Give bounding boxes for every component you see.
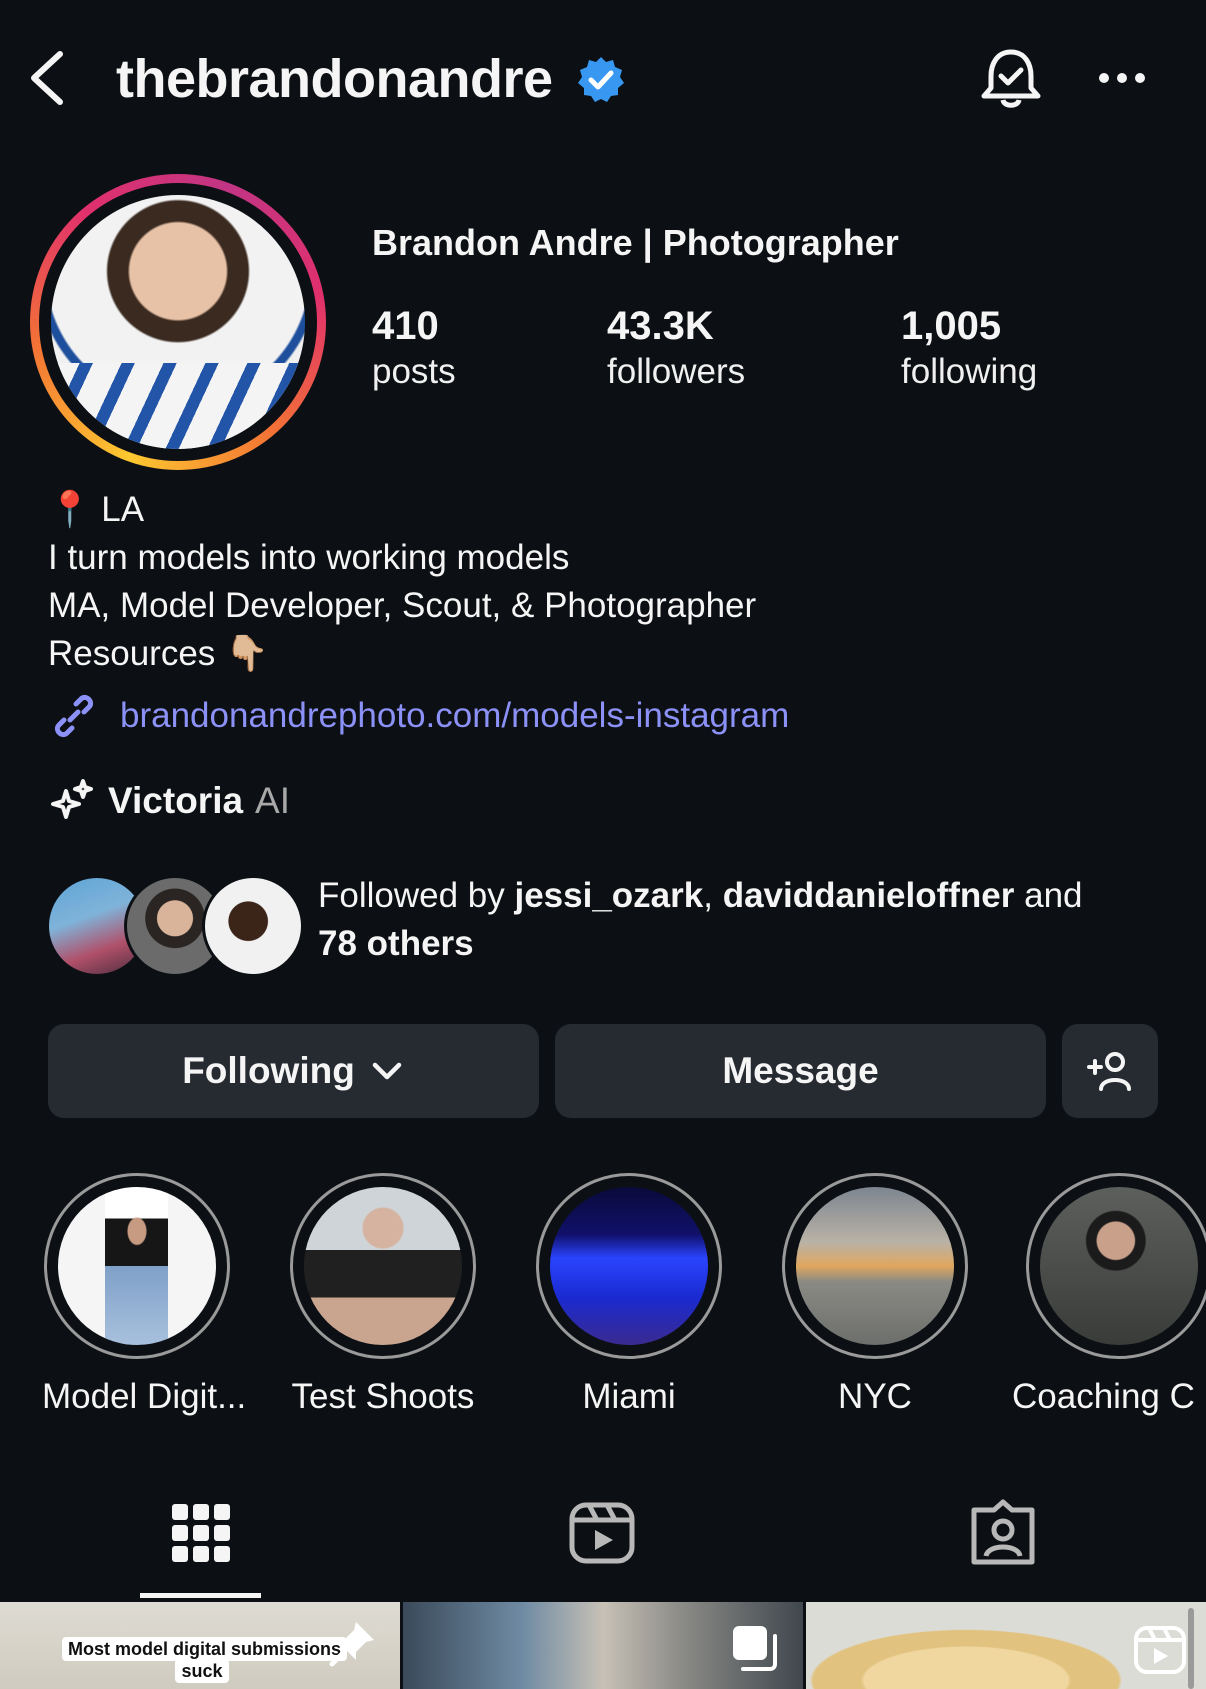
following-count[interactable]: 1,005 following — [901, 302, 1037, 394]
followers-value: 43.3K — [607, 304, 714, 348]
chevron-left-icon — [31, 51, 63, 105]
profile-bio: 📍 LA I turn models into working models M… — [48, 486, 756, 678]
profile-username: thebrandonandre — [116, 49, 553, 109]
followers-label: followers — [607, 352, 746, 391]
carousel-icon — [733, 1626, 777, 1671]
more-options-button[interactable] — [1094, 58, 1154, 98]
followed-by-prefix: Followed by — [318, 876, 515, 915]
and-text: and — [1014, 876, 1083, 915]
highlight-cover — [58, 1187, 216, 1345]
bio-line: MA, Model Developer, Scout, & Photograph… — [48, 586, 757, 625]
highlight-label: Coaching C — [1012, 1377, 1195, 1416]
reel-icon — [1134, 1626, 1186, 1674]
highlight-cover — [550, 1187, 708, 1345]
highlight-label: Miami — [582, 1377, 676, 1416]
bio-line: 📍 LA — [48, 490, 145, 529]
tab-reels[interactable] — [567, 1498, 637, 1568]
followers-count[interactable]: 43.3K followers — [607, 302, 745, 394]
avatar — [51, 195, 305, 449]
followed-by-text[interactable]: Followed by jessi_ozark, daviddanieloffn… — [318, 872, 1168, 968]
posts-count[interactable]: 410 posts — [372, 302, 456, 394]
highlight-cover — [796, 1187, 954, 1345]
bio-line: I turn models into working models — [48, 538, 570, 577]
story-highlight[interactable]: Test Shoots — [288, 1173, 478, 1417]
ai-label: AI — [255, 780, 291, 821]
profile-avatar-story-ring[interactable] — [30, 174, 326, 470]
grid-post[interactable] — [403, 1602, 803, 1689]
following-label: following — [901, 352, 1038, 391]
ai-chat-entry[interactable]: Victoria AI — [48, 777, 290, 825]
sparkle-icon — [51, 779, 93, 819]
notifications-button[interactable] — [976, 44, 1046, 114]
highlight-cover — [1040, 1187, 1198, 1345]
tagged-person-icon — [971, 1499, 1035, 1565]
link-icon — [54, 694, 94, 738]
posts-value: 410 — [372, 304, 439, 348]
story-highlight[interactable]: NYC — [780, 1173, 970, 1417]
suggest-users-button[interactable] — [1062, 1024, 1158, 1118]
profile-link[interactable]: brandonandrephoto.com/models-instagram — [48, 690, 789, 742]
back-button[interactable] — [24, 48, 68, 108]
separator: , — [703, 876, 723, 915]
story-highlight[interactable]: Miami — [534, 1173, 724, 1417]
grid-post[interactable]: Most model digital submissions suck — [0, 1602, 400, 1689]
mutual-follower-avatar[interactable] — [202, 875, 304, 977]
verified-badge-icon — [576, 55, 626, 105]
profile-link-text: brandonandrephoto.com/models-instagram — [120, 696, 790, 735]
ai-name: Victoria — [108, 780, 244, 821]
bio-line: Resources 👇🏼 — [48, 634, 269, 673]
pin-icon — [329, 1622, 374, 1667]
grid-icon — [172, 1504, 230, 1562]
reels-icon — [569, 1502, 635, 1564]
message-button-label: Message — [722, 1050, 879, 1091]
highlight-label: NYC — [838, 1377, 912, 1416]
story-highlight[interactable]: Model Digit... — [42, 1173, 247, 1417]
more-dots-icon — [1099, 73, 1145, 83]
add-person-icon — [1087, 1052, 1131, 1091]
grid-post[interactable] — [806, 1602, 1206, 1689]
following-button[interactable]: Following — [48, 1024, 539, 1118]
story-highlight[interactable]: Coaching C — [1012, 1173, 1206, 1417]
profile-full-name: Brandon Andre | Photographer — [372, 222, 899, 263]
post-caption: Most model digital submissions suck — [62, 1637, 348, 1683]
following-value: 1,005 — [901, 304, 1002, 348]
message-button[interactable]: Message — [555, 1024, 1046, 1118]
highlight-cover — [304, 1187, 462, 1345]
mutual-user-2: daviddanieloffner — [722, 876, 1015, 915]
active-tab-indicator — [140, 1593, 261, 1598]
tab-posts-grid[interactable] — [166, 1498, 236, 1568]
highlight-label: Test Shoots — [291, 1377, 475, 1416]
following-button-label: Following — [182, 1050, 355, 1091]
chevron-down-icon — [372, 1062, 402, 1080]
tab-tagged[interactable] — [968, 1498, 1038, 1568]
scrollbar[interactable] — [1188, 1608, 1194, 1689]
bell-check-icon — [981, 49, 1041, 108]
mutual-others: 78 others — [318, 924, 474, 963]
mutual-user-1: jessi_ozark — [514, 876, 704, 915]
highlight-label: Model Digit... — [42, 1377, 247, 1416]
posts-label: posts — [372, 352, 456, 391]
